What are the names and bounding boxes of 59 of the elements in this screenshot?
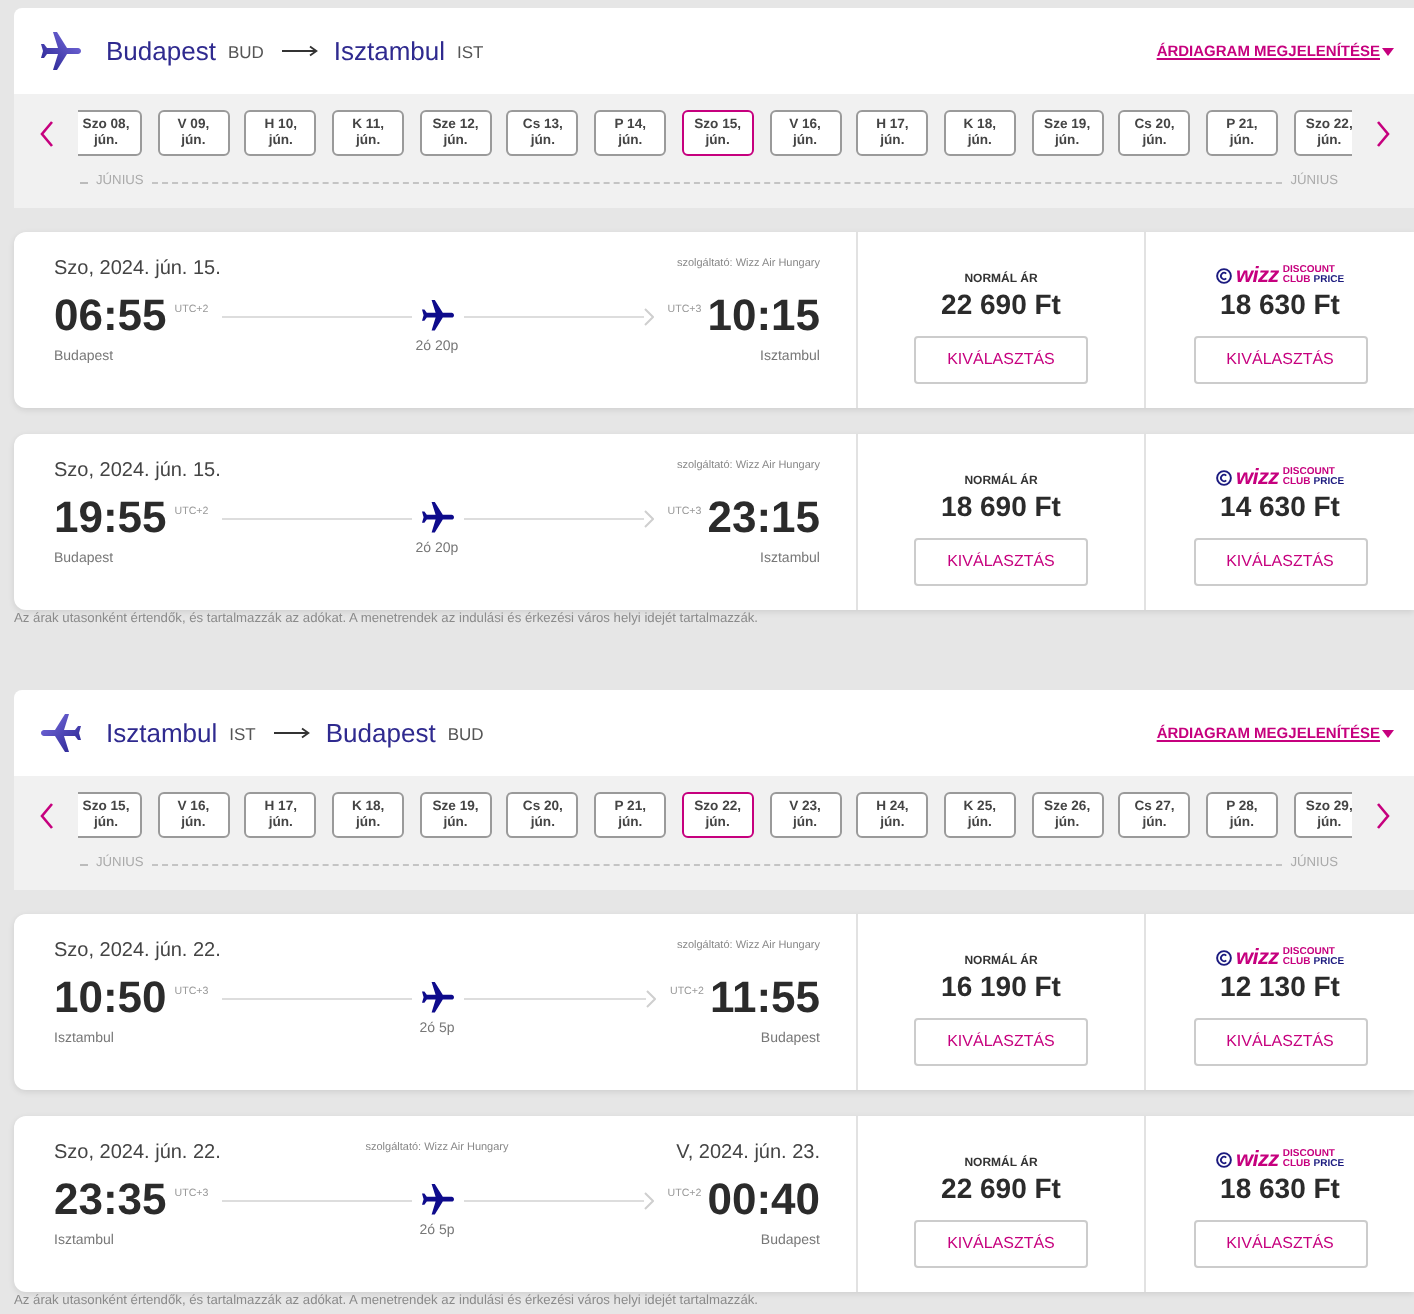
fare-price: 14 630 Ft bbox=[1220, 490, 1340, 522]
select-button[interactable]: KIVÁLASZTÁS bbox=[1193, 1018, 1367, 1066]
fare-price: 22 690 Ft bbox=[941, 1172, 1061, 1204]
arrow-icon bbox=[273, 726, 310, 740]
arrival-time: 23:15 bbox=[707, 494, 820, 542]
city-name: Budapest bbox=[325, 717, 436, 749]
airplane-icon bbox=[421, 982, 453, 1014]
chevron-left-icon[interactable] bbox=[39, 119, 53, 147]
airport-code: IST bbox=[457, 41, 484, 61]
airplane-icon bbox=[421, 502, 453, 534]
airport-code: BUD bbox=[227, 41, 264, 61]
airplane-icon bbox=[421, 300, 453, 332]
ring-icon bbox=[1215, 268, 1232, 284]
fare-price: 22 690 Ft bbox=[941, 288, 1061, 320]
arrival-time: 00:40 bbox=[707, 1176, 820, 1224]
ring-icon bbox=[1215, 1152, 1232, 1168]
fare-price: 18 690 Ft bbox=[941, 490, 1061, 522]
chevron-left-icon[interactable] bbox=[39, 801, 53, 829]
caret-icon bbox=[1382, 729, 1394, 737]
select-button[interactable]: KIVÁLASZTÁS bbox=[914, 1018, 1088, 1066]
city-name: Isztambul bbox=[333, 35, 446, 67]
departure-time: 10:50 bbox=[54, 974, 167, 1022]
chevron-right-icon[interactable] bbox=[1376, 801, 1390, 829]
select-button[interactable]: KIVÁLASZTÁS bbox=[1193, 1220, 1367, 1268]
departure-date: Szo, 2024. jún. 22. bbox=[54, 1142, 223, 1166]
city-name: Isztambul bbox=[106, 717, 218, 749]
arrival-time: 10:15 bbox=[707, 292, 820, 340]
airplane-icon bbox=[421, 1184, 453, 1216]
chevron-right-icon[interactable] bbox=[1376, 119, 1390, 147]
logo-wordmark: wizz bbox=[1235, 948, 1279, 968]
departure-date: Szo, 2024. jún. 15. bbox=[54, 258, 223, 282]
select-button[interactable]: KIVÁLASZTÁS bbox=[914, 538, 1088, 586]
select-button[interactable]: KIVÁLASZTÁS bbox=[1193, 538, 1367, 586]
departure-time: 06:55 bbox=[54, 292, 167, 340]
airport-code: IST bbox=[229, 723, 256, 743]
departure-time: 19:55 bbox=[54, 494, 167, 542]
city-name: Budapest bbox=[106, 35, 216, 67]
logo-wordmark: wizz bbox=[1235, 468, 1279, 488]
fare-price: 16 190 Ft bbox=[941, 970, 1061, 1002]
ring-icon bbox=[1215, 950, 1232, 966]
fare-price: 18 630 Ft bbox=[1220, 288, 1340, 320]
select-button[interactable]: KIVÁLASZTÁS bbox=[1193, 336, 1367, 384]
departure-time: 23:35 bbox=[54, 1176, 167, 1224]
logo-wordmark: wizz bbox=[1235, 266, 1279, 286]
arrival-date: V, 2024. jún. 23. bbox=[676, 1142, 820, 1166]
fare-price: 18 630 Ft bbox=[1220, 1172, 1340, 1204]
fare-price: 12 130 Ft bbox=[1220, 970, 1340, 1002]
arrow-icon bbox=[281, 44, 318, 58]
select-button[interactable]: KIVÁLASZTÁS bbox=[914, 1220, 1088, 1268]
caret-icon bbox=[1382, 47, 1394, 55]
logo-wordmark: wizz bbox=[1235, 1150, 1279, 1170]
ring-icon bbox=[1215, 470, 1232, 486]
airplane-icon bbox=[40, 31, 82, 71]
departure-date: Szo, 2024. jún. 22. bbox=[54, 940, 223, 964]
arrival-time: 11:55 bbox=[709, 974, 820, 1022]
select-button[interactable]: KIVÁLASZTÁS bbox=[914, 336, 1088, 384]
airport-code: BUD bbox=[447, 723, 484, 743]
airplane-icon bbox=[40, 713, 82, 753]
departure-date: Szo, 2024. jún. 15. bbox=[54, 460, 223, 484]
